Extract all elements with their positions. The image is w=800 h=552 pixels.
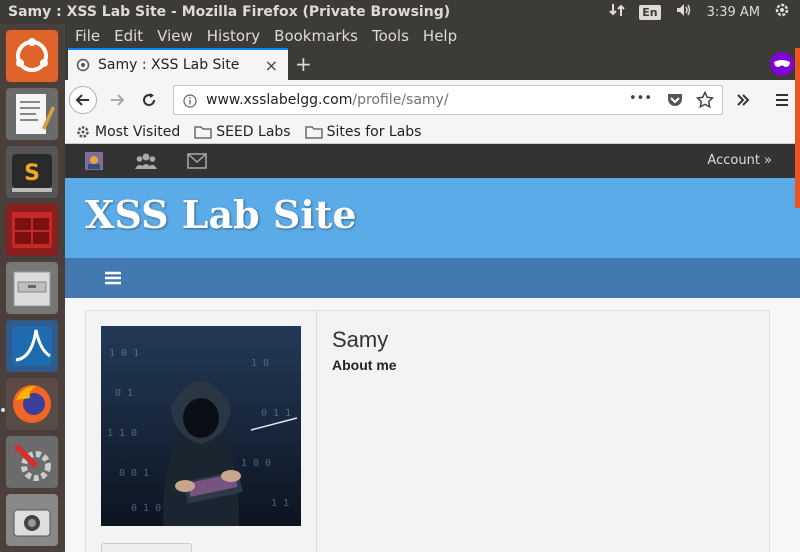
system-tray: En 3:39 AM bbox=[609, 0, 800, 24]
back-button[interactable] bbox=[69, 86, 97, 114]
profile-avatar-image: 1 0 1 0 1 1 1 0 0 0 1 1 0 0 1 1 1 0 0 1 1 0 1 … bbox=[101, 326, 301, 526]
friends-icon[interactable] bbox=[135, 152, 157, 174]
url-bar[interactable]: www.xsslabelgg.com/profile/samy/ ••• bbox=[173, 85, 723, 115]
folder-icon bbox=[304, 125, 323, 139]
svg-text:1 0 1: 1 0 1 bbox=[109, 348, 139, 359]
wireshark-icon[interactable] bbox=[6, 320, 58, 372]
account-menu-link[interactable]: Account » bbox=[707, 153, 772, 168]
ubuntu-dash-icon[interactable] bbox=[6, 30, 58, 82]
tab-close-icon[interactable]: × bbox=[265, 56, 278, 75]
menu-history[interactable]: History bbox=[207, 27, 260, 45]
text-editor-icon[interactable] bbox=[6, 88, 58, 140]
site-menu-hamburger-icon[interactable] bbox=[105, 270, 121, 289]
web-page-content: Account » XSS Lab Site 1 0 1 0 1 1 1 0 0… bbox=[65, 144, 800, 552]
settings-gear-icon[interactable] bbox=[774, 2, 790, 22]
tab-samy-profile[interactable]: Samy : XSS Lab Site × bbox=[68, 48, 288, 80]
page-scrollbar[interactable] bbox=[795, 48, 800, 208]
system-settings-icon[interactable] bbox=[6, 436, 58, 488]
keyboard-layout-indicator[interactable]: En bbox=[639, 4, 661, 20]
navigation-toolbar: www.xsslabelgg.com/profile/samy/ ••• bbox=[65, 80, 800, 120]
site-topbar: Account » bbox=[65, 144, 800, 178]
site-title[interactable]: XSS Lab Site bbox=[85, 192, 357, 237]
about-me-heading: About me bbox=[332, 357, 397, 373]
menu-file[interactable]: File bbox=[75, 27, 100, 45]
menu-bookmarks[interactable]: Bookmarks bbox=[274, 27, 358, 45]
menu-edit[interactable]: Edit bbox=[114, 27, 143, 45]
svg-text:1 0 0: 1 0 0 bbox=[241, 458, 271, 469]
profile-action-button[interactable] bbox=[101, 543, 192, 552]
bookmark-sites-for-labs[interactable]: Sites for Labs bbox=[304, 123, 422, 140]
bookmark-star-icon[interactable] bbox=[695, 90, 715, 113]
private-browsing-mask-icon bbox=[770, 52, 794, 76]
messages-envelope-icon[interactable] bbox=[187, 153, 207, 173]
profile-name: Samy bbox=[332, 327, 389, 352]
new-tab-button[interactable]: + bbox=[295, 52, 312, 76]
svg-text:S: S bbox=[24, 161, 40, 186]
url-path: /profile/samy/ bbox=[352, 92, 449, 108]
url-host: www.xsslabelgg.com bbox=[206, 92, 353, 108]
profile-card: 1 0 1 0 1 1 1 0 0 0 1 1 0 0 1 1 1 0 0 1 1 0 1 … bbox=[85, 310, 770, 552]
site-nav-bar bbox=[65, 258, 800, 298]
gear-icon bbox=[77, 125, 89, 138]
window-title: Samy : XSS Lab Site - Mozilla Firefox (P… bbox=[8, 4, 451, 20]
menu-bar: File Edit View History Bookmarks Tools H… bbox=[65, 24, 800, 48]
forward-button[interactable] bbox=[103, 86, 131, 114]
camera-icon[interactable] bbox=[6, 494, 58, 546]
bookmark-label: Most Visited bbox=[95, 123, 181, 140]
unity-launcher: S bbox=[0, 24, 65, 552]
file-manager-icon[interactable] bbox=[6, 262, 58, 314]
svg-text:0 1 1: 0 1 1 bbox=[261, 408, 291, 419]
system-top-panel: Samy : XSS Lab Site - Mozilla Firefox (P… bbox=[0, 0, 800, 24]
active-app-indicator bbox=[1, 408, 5, 412]
bookmarks-toolbar: Most Visited SEED Labs Sites for Labs bbox=[65, 120, 800, 144]
folder-icon bbox=[194, 125, 212, 139]
svg-text:1 0: 1 0 bbox=[251, 358, 269, 369]
svg-text:0 1: 0 1 bbox=[115, 388, 133, 399]
tab-favicon-icon bbox=[76, 58, 90, 72]
svg-text:1 1: 1 1 bbox=[271, 498, 289, 509]
site-info-icon[interactable] bbox=[183, 93, 197, 112]
volume-icon[interactable] bbox=[675, 2, 693, 22]
sublime-text-icon[interactable]: S bbox=[6, 146, 58, 198]
bookmark-seed-labs[interactable]: SEED Labs bbox=[194, 123, 291, 140]
page-actions-button[interactable]: ••• bbox=[629, 91, 652, 106]
menu-tools[interactable]: Tools bbox=[372, 27, 409, 45]
site-header-banner: XSS Lab Site bbox=[65, 178, 800, 258]
profile-sidebar: 1 0 1 0 1 1 1 0 0 0 1 1 0 0 1 1 1 0 0 1 1 0 1 … bbox=[86, 311, 317, 552]
bookmark-label: SEED Labs bbox=[216, 123, 291, 140]
clock[interactable]: 3:39 AM bbox=[707, 5, 760, 20]
svg-text:0 0 1: 0 0 1 bbox=[119, 468, 149, 479]
bookmark-label: Sites for Labs bbox=[326, 123, 422, 140]
bookmark-most-visited[interactable]: Most Visited bbox=[75, 124, 180, 140]
terminal-icon[interactable] bbox=[6, 204, 58, 256]
overflow-chevron-icon[interactable] bbox=[729, 86, 757, 114]
svg-text:1 1 0: 1 1 0 bbox=[107, 428, 137, 439]
firefox-window: File Edit View History Bookmarks Tools H… bbox=[65, 24, 800, 552]
hamburger-menu-icon[interactable] bbox=[768, 86, 796, 114]
network-icon[interactable] bbox=[609, 2, 625, 22]
menu-view[interactable]: View bbox=[157, 27, 193, 45]
site-logo-icon[interactable] bbox=[85, 152, 103, 174]
firefox-icon[interactable] bbox=[6, 378, 58, 430]
pocket-icon[interactable] bbox=[666, 92, 684, 112]
tab-title: Samy : XSS Lab Site bbox=[98, 57, 240, 73]
url-text: www.xsslabelgg.com/profile/samy/ bbox=[206, 92, 449, 108]
svg-text:0 1 0: 0 1 0 bbox=[131, 503, 161, 514]
reload-button[interactable] bbox=[135, 86, 163, 114]
menu-help[interactable]: Help bbox=[423, 27, 457, 45]
tab-bar: Samy : XSS Lab Site × + bbox=[65, 48, 800, 80]
